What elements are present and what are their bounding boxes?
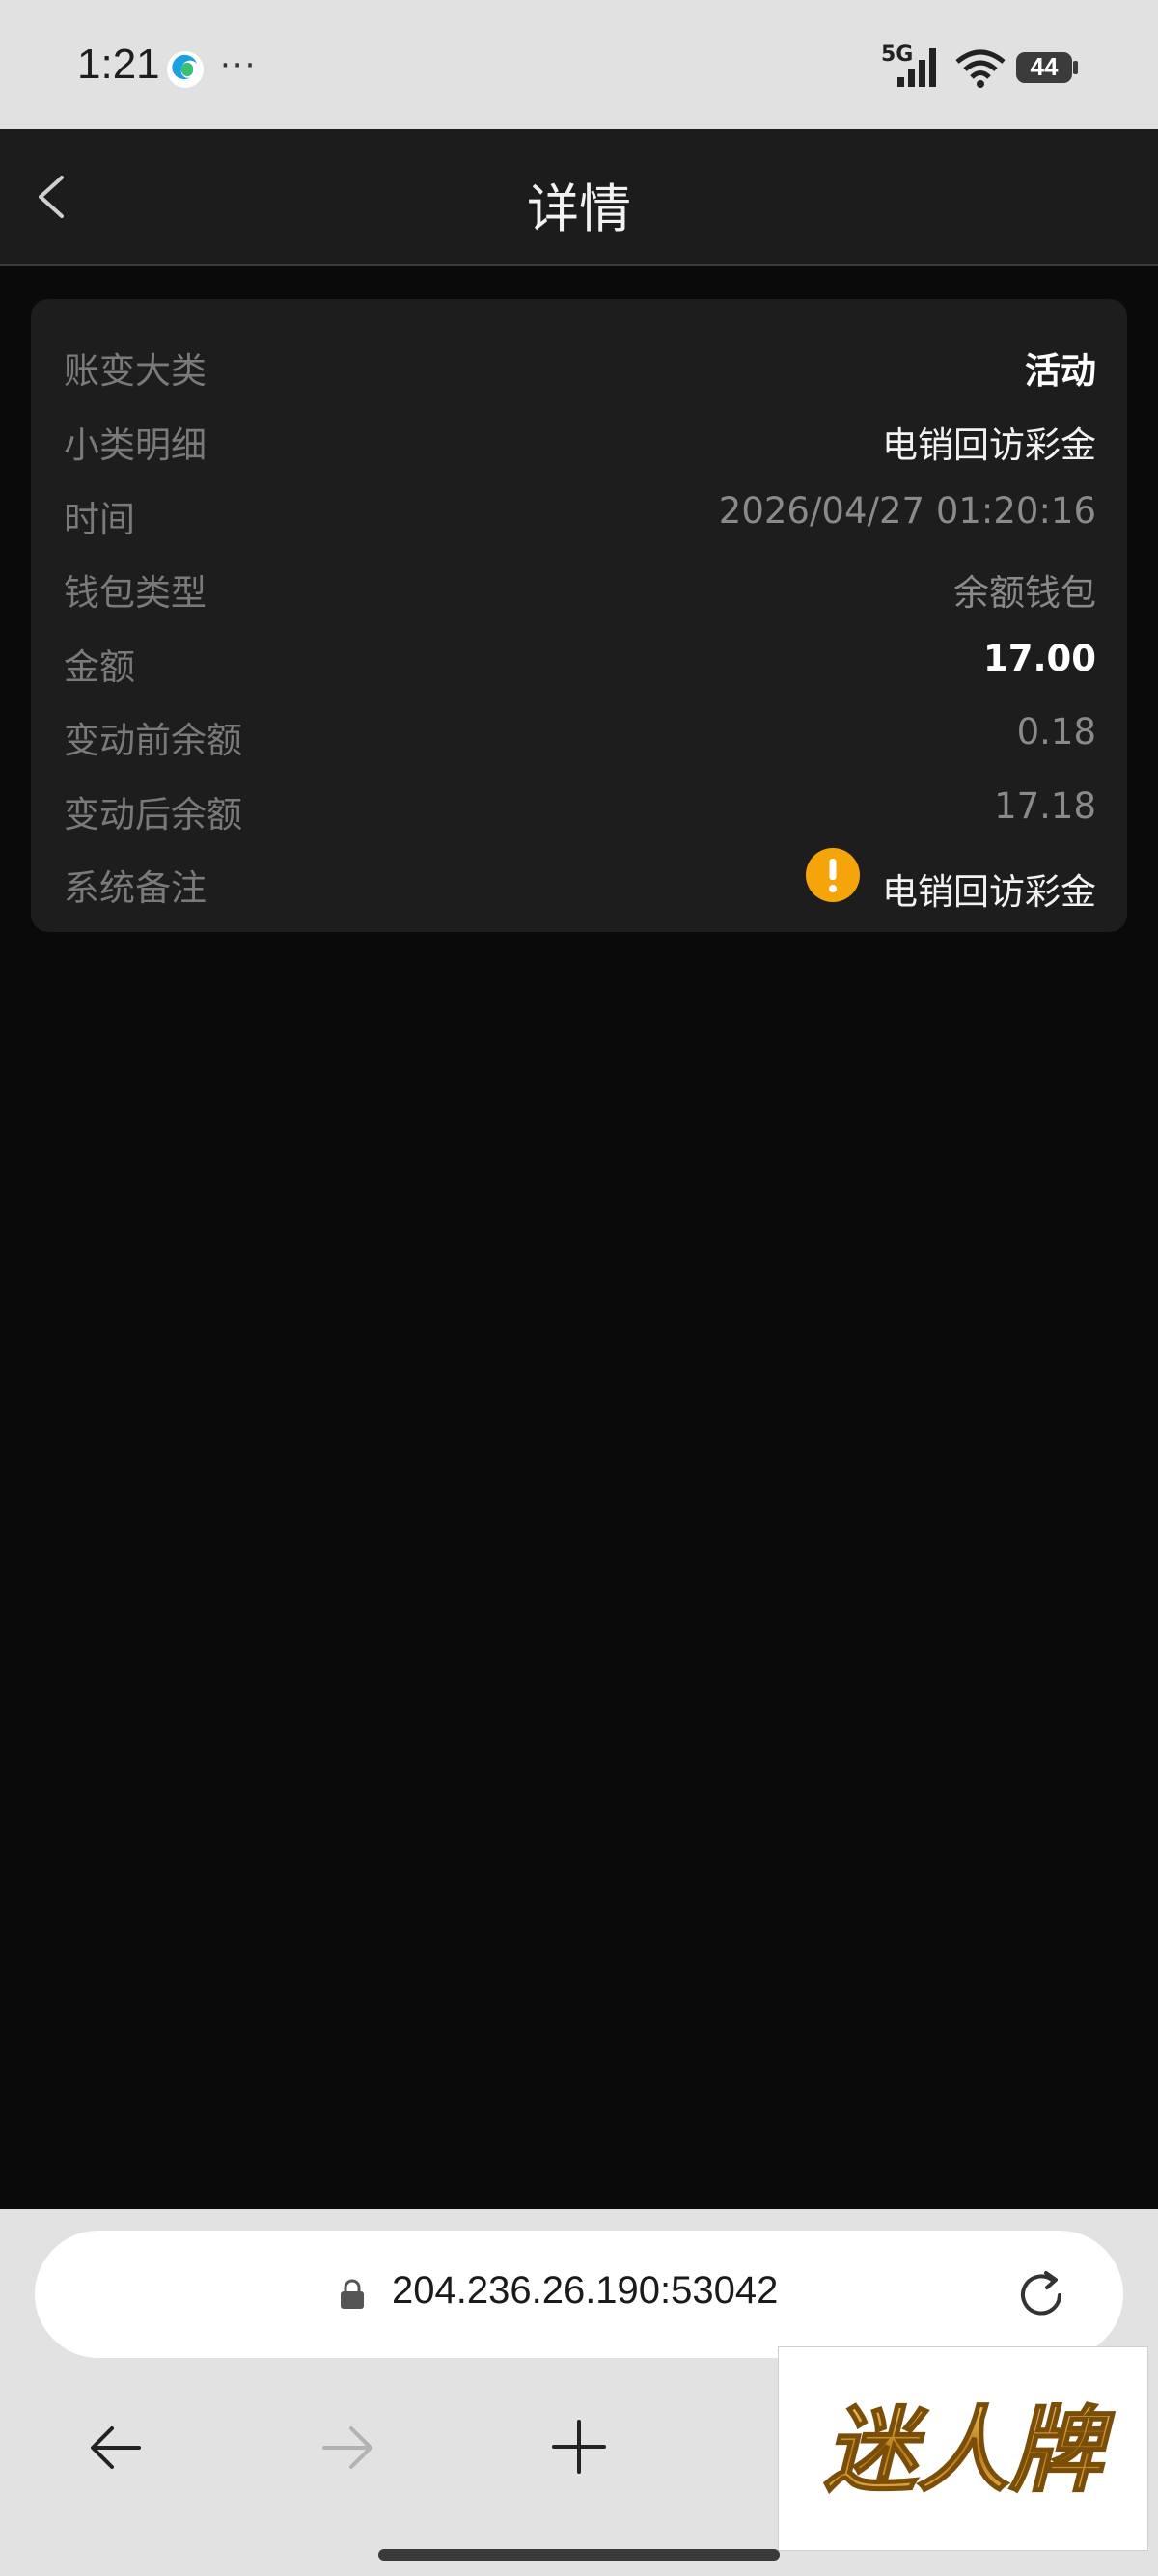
page-header: 详情 [0,129,1158,266]
status-bar: 1:21 ··· 5G 44 [0,0,1158,129]
detail-label: 变动前余额 [64,720,242,761]
detail-row-category: 账变大类 活动 [31,328,1127,401]
detail-value: 电销回访彩金 [882,425,1096,466]
detail-value: 2026/04/27 01:20:16 [718,490,1096,532]
battery-level: 44 [1030,52,1059,81]
watermark-logo-graphic: 迷人牌 [823,2396,1116,2506]
detail-value: 电销回访彩金 [882,871,1096,913]
home-indicator[interactable] [378,2549,780,2561]
address-bar[interactable]: 204.236.26.190:53042 [35,2231,1123,2358]
detail-row-amount: 金额 17.00 [31,624,1127,698]
more-icon: ··· [220,46,258,85]
detail-card: 账变大类 活动 小类明细 电销回访彩金 时间 2026/04/27 01:20:… [31,299,1127,932]
arrow-left-icon[interactable] [87,2422,145,2474]
cell-signal-icon [897,48,936,87]
detail-value: 0.18 [1016,711,1096,753]
detail-row-time: 时间 2026/04/27 01:20:16 [31,477,1127,550]
detail-label: 时间 [64,499,135,540]
status-time: 1:21 [77,41,160,88]
detail-value: 余额钱包 [953,572,1096,614]
detail-row-subcategory: 小类明细 电销回访彩金 [31,402,1127,476]
detail-row-wallet-type: 钱包类型 余额钱包 [31,550,1127,623]
detail-label: 钱包类型 [64,572,207,614]
arrow-right-icon[interactable] [318,2422,376,2474]
detail-label: 小类明细 [64,425,207,466]
watermark-text: 迷人牌 [824,2397,1115,2505]
edge-browser-icon [167,51,204,88]
detail-label: 变动后余额 [64,794,242,836]
detail-row-balance-before: 变动前余额 0.18 [31,698,1127,771]
detail-row-balance-after: 变动后余额 17.18 [31,772,1127,845]
detail-value: 活动 [1025,350,1096,392]
detail-row-system-note: 系统备注 电销回访彩金 [31,845,1127,918]
detail-value: 17.00 [982,638,1096,679]
page-title: 详情 [527,178,631,239]
detail-label: 金额 [64,646,135,688]
detail-label: 账变大类 [64,350,207,392]
watermark-logo: 迷人牌 [778,2346,1148,2551]
url-text[interactable]: 204.236.26.190:53042 [392,2269,778,2313]
reload-icon[interactable] [1013,2267,1069,2323]
lock-icon [341,2279,364,2309]
plus-icon[interactable] [550,2418,608,2476]
warning-icon [806,848,860,902]
browser-toolbar: 204.236.26.190:53042 迷人牌 [0,2209,1158,2576]
wifi-icon [955,49,1006,88]
detail-label: 系统备注 [64,867,207,909]
detail-value: 17.18 [994,785,1096,827]
